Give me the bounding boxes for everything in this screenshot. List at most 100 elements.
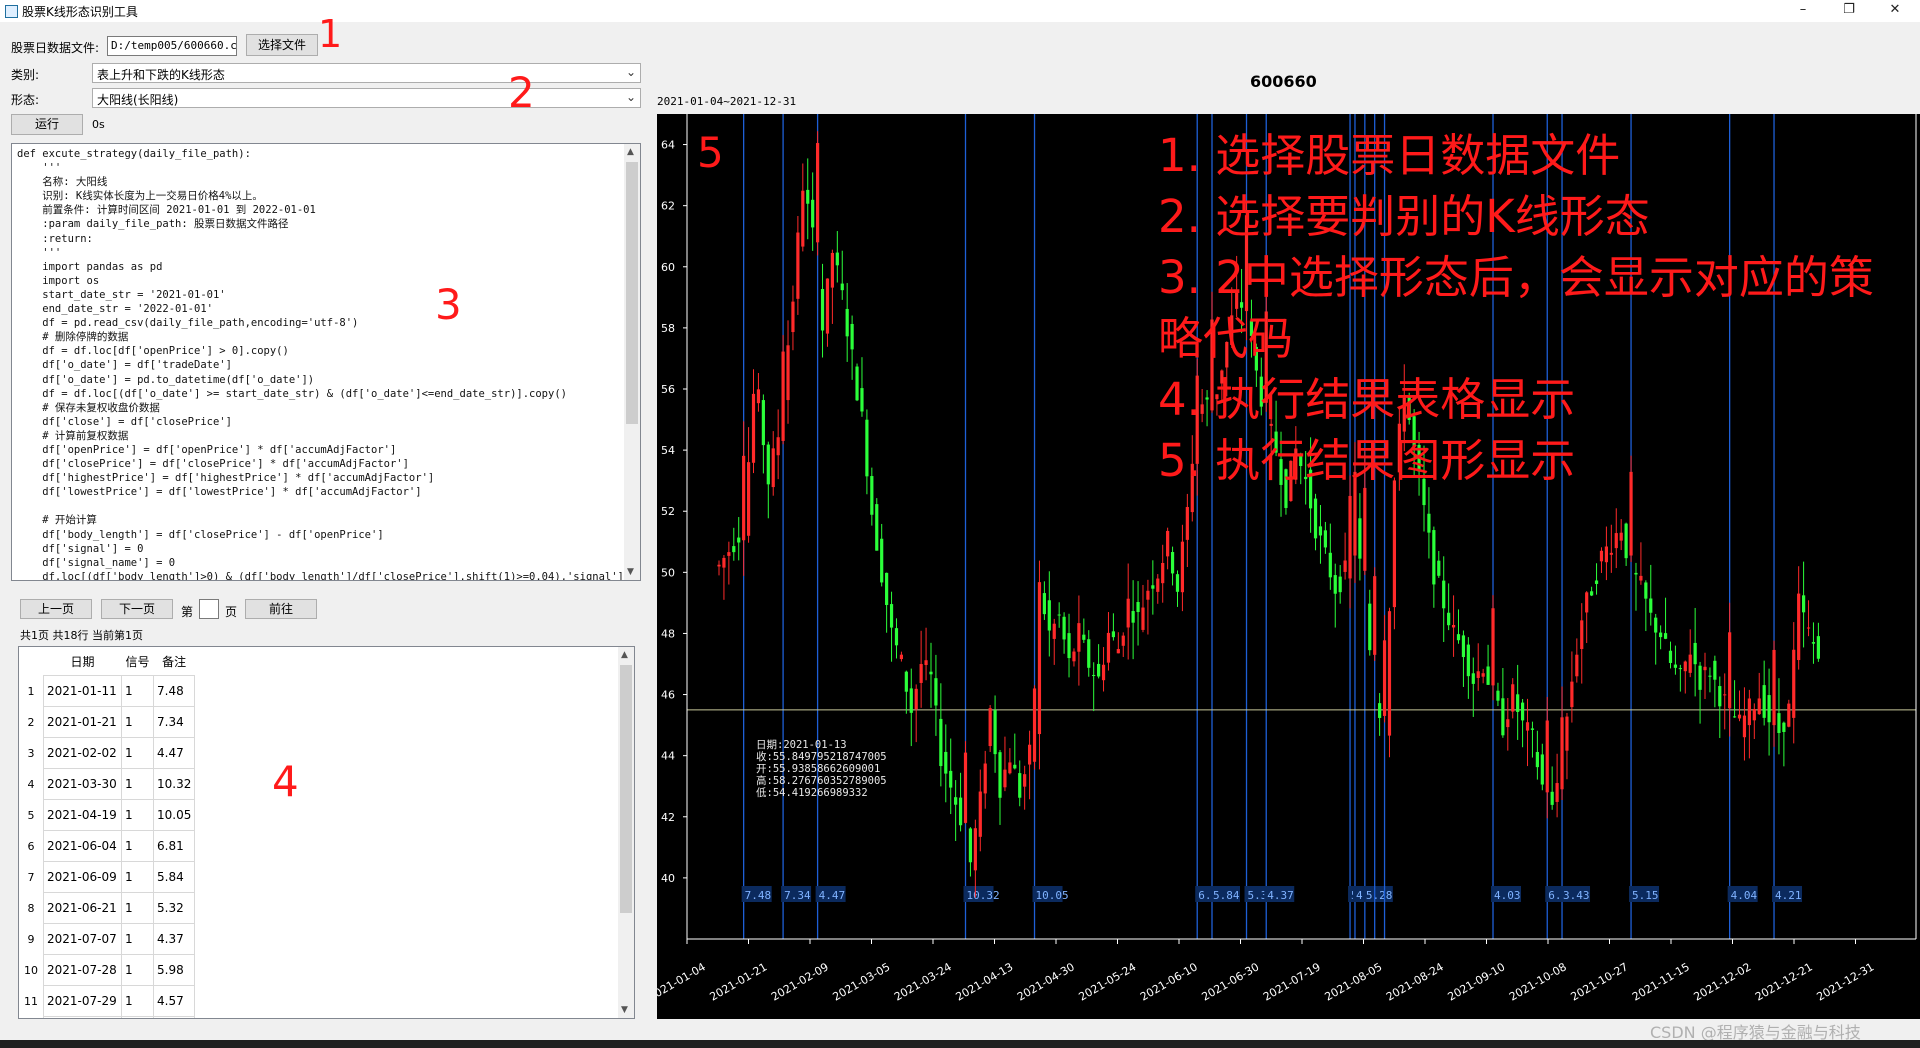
cell-note[interactable]: 7.48 bbox=[152, 675, 196, 707]
scroll-down-icon[interactable]: ▼ bbox=[621, 1005, 628, 1015]
next-page-button[interactable]: 下一页 bbox=[101, 599, 173, 619]
cell-date[interactable]: 2021-06-04 bbox=[43, 830, 122, 862]
cell-date[interactable]: 2021-07-28 bbox=[43, 954, 122, 986]
row-number: 4 bbox=[27, 777, 35, 791]
cell-date[interactable]: 2021-03-30 bbox=[43, 768, 122, 800]
candle-body bbox=[1476, 671, 1480, 678]
candle-body bbox=[766, 444, 770, 485]
cell-date[interactable]: 2021-04-19 bbox=[43, 799, 122, 831]
maximize-button[interactable]: ❐ bbox=[1826, 0, 1872, 22]
cell-note[interactable]: 5.28 bbox=[152, 1016, 196, 1018]
title-bar: 股票K线形态识别工具 – ❐ ✕ bbox=[0, 0, 1920, 22]
table-row[interactable]: 122021-08-0215.28 bbox=[19, 1016, 196, 1018]
cell-date[interactable]: 2021-06-21 bbox=[43, 892, 122, 924]
cell-signal[interactable]: 1 bbox=[121, 675, 154, 707]
candle-body bbox=[1161, 563, 1165, 584]
candle-body bbox=[1170, 552, 1175, 574]
cell-note[interactable]: 5.84 bbox=[152, 861, 196, 893]
cell-signal[interactable]: 1 bbox=[121, 861, 154, 893]
cell-signal[interactable]: 1 bbox=[121, 799, 154, 831]
page-number-input[interactable] bbox=[199, 599, 219, 619]
cell-date[interactable]: 2021-01-21 bbox=[43, 706, 122, 738]
signal-label: 3.43 bbox=[1563, 889, 1590, 902]
pattern-select[interactable]: 大阳线(长阳线) ⌄ bbox=[92, 88, 641, 108]
table-row[interactable]: 8 2021-06-21 1 5.32 bbox=[19, 892, 196, 924]
code-scroll-thumb[interactable] bbox=[626, 162, 638, 424]
results-table[interactable]: 日期 信号 备注 1 2021-01-11 1 7.48 2 2021-01-21 1 7.3… bbox=[18, 646, 635, 1019]
cell-signal[interactable]: 1 bbox=[121, 1016, 154, 1018]
table-row[interactable]: 10 2021-07-28 1 5.98 bbox=[19, 954, 196, 986]
cell-note[interactable]: 7.34 bbox=[152, 706, 196, 738]
close-button[interactable]: ✕ bbox=[1872, 0, 1918, 22]
column-header-note[interactable]: 备注 bbox=[153, 647, 195, 676]
code-scrollbar[interactable]: ▲ ▼ bbox=[624, 144, 640, 580]
column-header-signal[interactable]: 信号 bbox=[121, 647, 154, 676]
table-row[interactable]: 6 2021-06-04 1 6.81 bbox=[19, 830, 196, 862]
cell-note[interactable]: 10.32 bbox=[152, 768, 196, 800]
table-row[interactable]: 9 2021-07-07 1 4.37 bbox=[19, 923, 196, 955]
candle-body bbox=[1688, 654, 1692, 673]
cell-signal[interactable]: 1 bbox=[121, 706, 154, 738]
candle-body bbox=[958, 797, 963, 826]
candle-body bbox=[1092, 674, 1096, 676]
cell-note[interactable]: 10.05 bbox=[152, 799, 196, 831]
cell-signal[interactable]: 1 bbox=[121, 737, 154, 769]
table-row[interactable]: 2 2021-01-21 1 7.34 bbox=[19, 706, 196, 738]
cell-note[interactable]: 4.57 bbox=[152, 985, 196, 1017]
cell-signal[interactable]: 1 bbox=[121, 768, 154, 800]
category-select[interactable]: 表上升和下跌的K线形态 ⌄ bbox=[92, 63, 641, 83]
column-header-date[interactable]: 日期 bbox=[43, 647, 122, 676]
candle-body bbox=[820, 289, 825, 331]
table-row[interactable]: 5 2021-04-19 1 10.05 bbox=[19, 799, 196, 831]
cell-note[interactable]: 4.37 bbox=[152, 923, 196, 955]
go-page-button[interactable]: 前往 bbox=[245, 599, 317, 619]
cell-signal[interactable]: 1 bbox=[121, 830, 154, 862]
scroll-up-icon[interactable]: ▲ bbox=[621, 650, 628, 660]
cell-date[interactable]: 2021-08-02 bbox=[43, 1016, 122, 1018]
cell-note[interactable]: 4.47 bbox=[152, 737, 196, 769]
candle-body bbox=[1609, 552, 1613, 555]
candle bbox=[988, 705, 992, 753]
cell-signal[interactable]: 1 bbox=[121, 892, 154, 924]
cell-note[interactable]: 5.98 bbox=[152, 954, 196, 986]
candle bbox=[816, 131, 820, 256]
candle-body bbox=[1338, 576, 1342, 593]
prev-page-button[interactable]: 上一页 bbox=[20, 599, 92, 619]
results-grid: 日期 信号 备注 1 2021-01-11 1 7.48 2 2021-01-21 1 7.3… bbox=[19, 647, 196, 1018]
candle-body bbox=[885, 572, 889, 605]
cell-date[interactable]: 2021-07-07 bbox=[43, 923, 122, 955]
cell-note[interactable]: 6.81 bbox=[152, 830, 196, 862]
cell-signal[interactable]: 1 bbox=[121, 954, 154, 986]
table-scroll-thumb[interactable] bbox=[620, 665, 632, 913]
table-row[interactable]: 1 2021-01-11 1 7.48 bbox=[19, 675, 196, 707]
row-number: 2 bbox=[27, 715, 35, 729]
candle-body bbox=[1757, 698, 1761, 715]
scroll-down-icon[interactable]: ▼ bbox=[627, 567, 634, 577]
cell-signal[interactable]: 1 bbox=[121, 985, 154, 1017]
choose-file-button[interactable]: 选择文件 bbox=[246, 34, 318, 56]
candle-body bbox=[1373, 576, 1377, 655]
strategy-code-editor[interactable]: def excute_strategy(daily_file_path): ''… bbox=[11, 143, 641, 581]
cell-date[interactable]: 2021-02-02 bbox=[43, 737, 122, 769]
table-scrollbar[interactable]: ▲ ▼ bbox=[618, 647, 634, 1018]
category-value: 表上升和下跌的K线形态 bbox=[97, 68, 225, 82]
cell-date[interactable]: 2021-07-29 bbox=[43, 985, 122, 1017]
cell-date[interactable]: 2021-01-11 bbox=[43, 675, 122, 707]
signal-label: 7.48 bbox=[745, 889, 772, 902]
table-row[interactable]: 11 2021-07-29 1 4.57 bbox=[19, 985, 196, 1017]
table-row[interactable]: 3 2021-02-02 1 4.47 bbox=[19, 737, 196, 769]
minimize-button[interactable]: – bbox=[1780, 0, 1826, 22]
tooltip-line: 开:55.93858662609001 bbox=[756, 763, 880, 775]
cell-note[interactable]: 5.32 bbox=[152, 892, 196, 924]
candle-body bbox=[1166, 530, 1170, 557]
table-row[interactable]: 4 2021-03-30 1 10.32 bbox=[19, 768, 196, 800]
cell-signal[interactable]: 1 bbox=[121, 923, 154, 955]
scroll-up-icon[interactable]: ▲ bbox=[627, 147, 634, 157]
table-row[interactable]: 7 2021-06-09 1 5.84 bbox=[19, 861, 196, 893]
signal-label: 4.21 bbox=[1775, 889, 1802, 902]
file-path-input[interactable]: D:/temp005/600660.csv bbox=[107, 36, 237, 56]
run-button[interactable]: 运行 bbox=[11, 114, 83, 135]
candle-body bbox=[1486, 666, 1490, 685]
cell-date[interactable]: 2021-06-09 bbox=[43, 861, 122, 893]
candle-body bbox=[1427, 513, 1431, 533]
